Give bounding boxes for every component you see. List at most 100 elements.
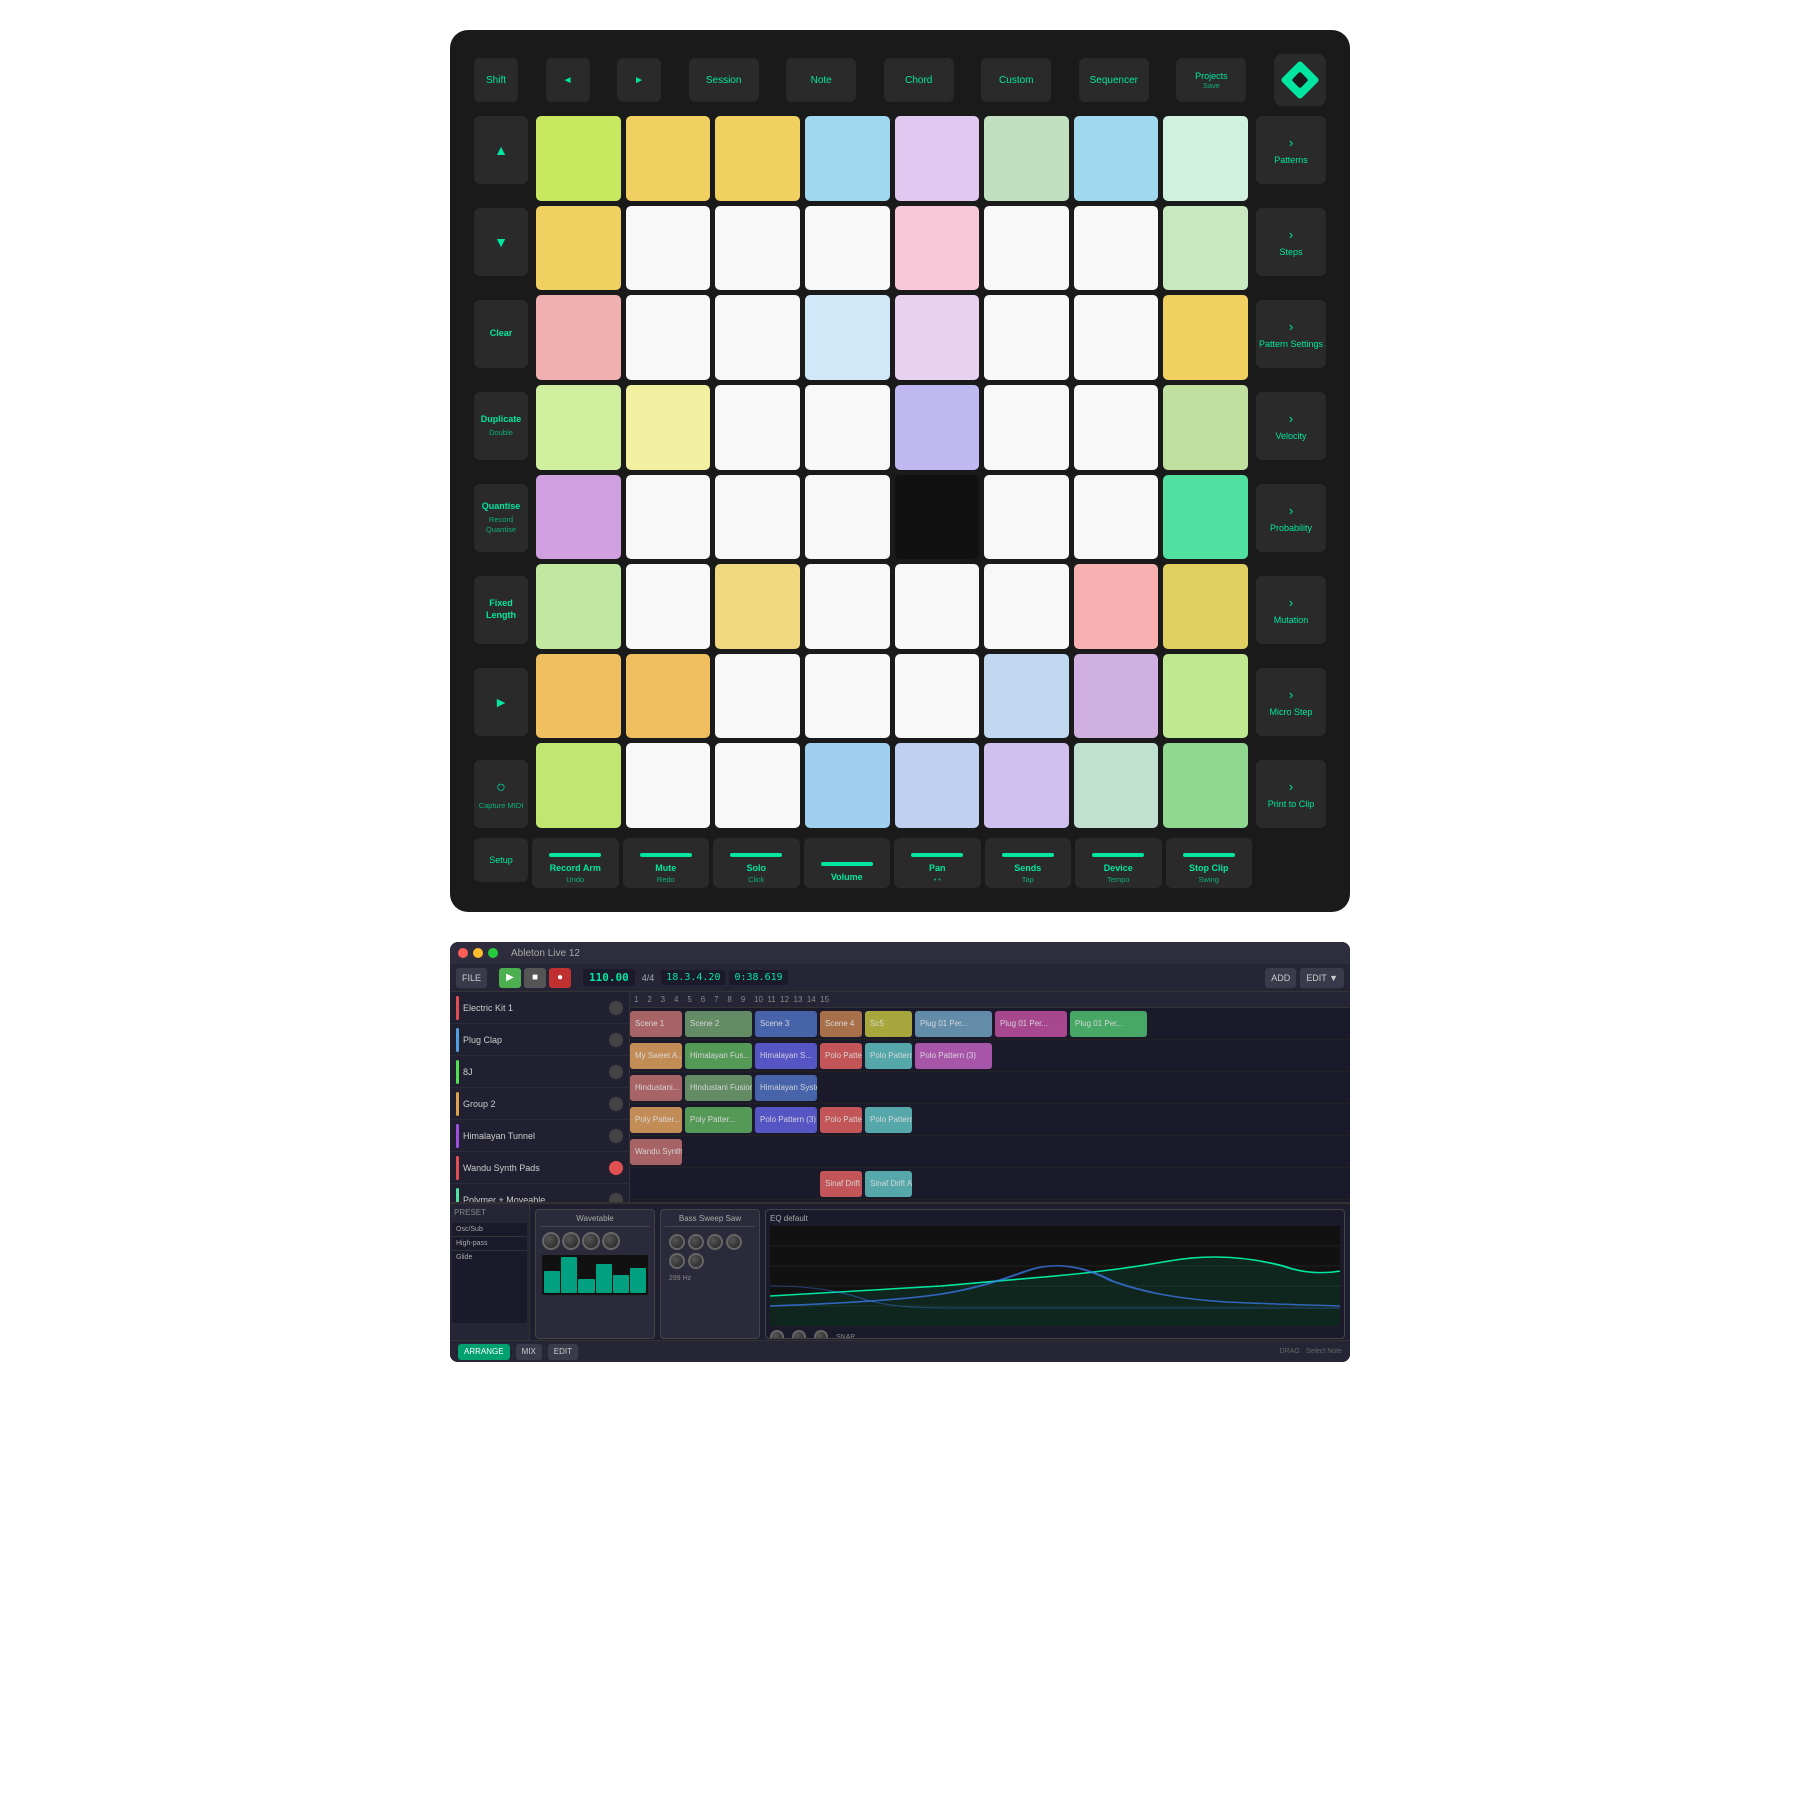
up-arrow-button[interactable]: ▲ <box>474 116 528 184</box>
pad-7-5[interactable] <box>984 743 1069 828</box>
pad-3-0[interactable] <box>536 385 621 470</box>
pad-2-2[interactable] <box>715 295 800 380</box>
pad-3-4[interactable] <box>895 385 980 470</box>
pad-5-0[interactable] <box>536 564 621 649</box>
pad-3-2[interactable] <box>715 385 800 470</box>
stop-clip-track-button[interactable]: Stop Clip Swing <box>1166 838 1253 888</box>
pad-1-0[interactable] <box>536 206 621 291</box>
wavetable-knob-3[interactable] <box>582 1232 600 1250</box>
pad-2-1[interactable] <box>626 295 711 380</box>
track-row[interactable]: Plug Clap <box>450 1024 629 1056</box>
pad-3-7[interactable] <box>1163 385 1248 470</box>
bass-knob-5[interactable] <box>669 1253 685 1269</box>
mute-track-button[interactable]: Mute Redo <box>623 838 710 888</box>
bass-knob-1[interactable] <box>669 1234 685 1250</box>
clip-block[interactable]: Wandu Synth... <box>630 1139 682 1165</box>
pad-3-5[interactable] <box>984 385 1069 470</box>
pad-5-6[interactable] <box>1074 564 1159 649</box>
pad-4-0[interactable] <box>536 475 621 560</box>
clip-block[interactable]: Sc5 <box>865 1011 912 1037</box>
pad-5-1[interactable] <box>626 564 711 649</box>
pad-6-0[interactable] <box>536 654 621 739</box>
clip-block[interactable]: Polo Pattern (3) <box>865 1107 912 1133</box>
clip-block[interactable]: Himalayan System... <box>755 1075 817 1101</box>
projects-button[interactable]: Projects Save <box>1176 58 1246 102</box>
file-menu[interactable]: FILE <box>456 968 487 988</box>
sequencer-button[interactable]: Sequencer <box>1079 58 1149 102</box>
pad-7-6[interactable] <box>1074 743 1159 828</box>
close-dot[interactable] <box>458 948 468 958</box>
pad-0-3[interactable] <box>805 116 890 201</box>
clip-block[interactable]: Poly Patter... <box>630 1107 682 1133</box>
wavetable-knob-1[interactable] <box>542 1232 560 1250</box>
pad-7-7[interactable] <box>1163 743 1248 828</box>
pad-6-7[interactable] <box>1163 654 1248 739</box>
eq-knob-3[interactable] <box>814 1330 828 1339</box>
clip-block[interactable]: Scene 2 <box>685 1011 752 1037</box>
pad-6-4[interactable] <box>895 654 980 739</box>
pad-5-3[interactable] <box>805 564 890 649</box>
track-arm-button[interactable] <box>609 1097 623 1111</box>
pad-7-4[interactable] <box>895 743 980 828</box>
pad-0-5[interactable] <box>984 116 1069 201</box>
pad-3-6[interactable] <box>1074 385 1159 470</box>
chord-button[interactable]: Chord <box>884 58 954 102</box>
pad-7-3[interactable] <box>805 743 890 828</box>
pad-2-0[interactable] <box>536 295 621 380</box>
pad-7-0[interactable] <box>536 743 621 828</box>
mix-tab[interactable]: MIX <box>516 1344 542 1360</box>
pad-0-6[interactable] <box>1074 116 1159 201</box>
pad-6-3[interactable] <box>805 654 890 739</box>
track-arm-button[interactable] <box>609 1065 623 1079</box>
clip-block[interactable]: Polo Pattern (3) <box>820 1107 862 1133</box>
pad-7-2[interactable] <box>715 743 800 828</box>
record-arm-track-button[interactable]: Record Arm Undo <box>532 838 619 888</box>
pad-6-5[interactable] <box>984 654 1069 739</box>
pad-5-5[interactable] <box>984 564 1069 649</box>
shift-button[interactable]: Shift <box>474 58 518 102</box>
custom-button[interactable]: Custom <box>981 58 1051 102</box>
eq-knob-1[interactable] <box>770 1330 784 1339</box>
duplicate-button[interactable]: Duplicate Double <box>474 392 528 460</box>
track-arm-button[interactable] <box>609 1129 623 1143</box>
volume-track-button[interactable]: Volume <box>804 838 891 888</box>
pad-4-6[interactable] <box>1074 475 1159 560</box>
clip-block[interactable]: Hindustani Fusion A... <box>685 1075 752 1101</box>
clip-block[interactable]: Polo Pattern (3) <box>755 1107 817 1133</box>
clip-block[interactable]: Sinaf Drift And Di... <box>820 1171 862 1197</box>
track-arm-button[interactable] <box>609 1001 623 1015</box>
micro-step-button[interactable]: › Micro Step <box>1256 668 1326 736</box>
pad-1-3[interactable] <box>805 206 890 291</box>
session-button[interactable]: Session <box>689 58 759 102</box>
stop-transport-button[interactable]: ■ <box>524 968 546 988</box>
clip-block[interactable]: Scene 4 <box>820 1011 862 1037</box>
fixed-length-button[interactable]: Fixed Length <box>474 576 528 644</box>
pad-4-2[interactable] <box>715 475 800 560</box>
wavetable-knob-2[interactable] <box>562 1232 580 1250</box>
note-button[interactable]: Note <box>786 58 856 102</box>
maximize-dot[interactable] <box>488 948 498 958</box>
pad-4-3[interactable] <box>805 475 890 560</box>
patterns-button[interactable]: › Patterns <box>1256 116 1326 184</box>
pad-4-7[interactable] <box>1163 475 1248 560</box>
edit-button[interactable]: EDIT ▼ <box>1300 968 1344 988</box>
track-row[interactable]: Group 2 <box>450 1088 629 1120</box>
clip-block[interactable]: Hindustani... <box>630 1075 682 1101</box>
pad-1-2[interactable] <box>715 206 800 291</box>
setup-button[interactable]: Setup <box>474 838 528 882</box>
pad-0-0[interactable] <box>536 116 621 201</box>
track-row[interactable]: Himalayan Tunnel <box>450 1120 629 1152</box>
track-arm-button[interactable] <box>609 1033 623 1047</box>
pad-6-1[interactable] <box>626 654 711 739</box>
pad-2-5[interactable] <box>984 295 1069 380</box>
clear-button[interactable]: Clear <box>474 300 528 368</box>
track-row[interactable]: 8J <box>450 1056 629 1088</box>
record-transport-button[interactable]: ● <box>549 968 571 988</box>
pad-0-4[interactable] <box>895 116 980 201</box>
pad-1-4[interactable] <box>895 206 980 291</box>
print-to-clip-button[interactable]: › Print to Clip <box>1256 760 1326 828</box>
pad-4-1[interactable] <box>626 475 711 560</box>
pad-2-4[interactable] <box>895 295 980 380</box>
mutation-button[interactable]: › Mutation <box>1256 576 1326 644</box>
clip-block[interactable]: Polo Pattern (3) <box>915 1043 992 1069</box>
